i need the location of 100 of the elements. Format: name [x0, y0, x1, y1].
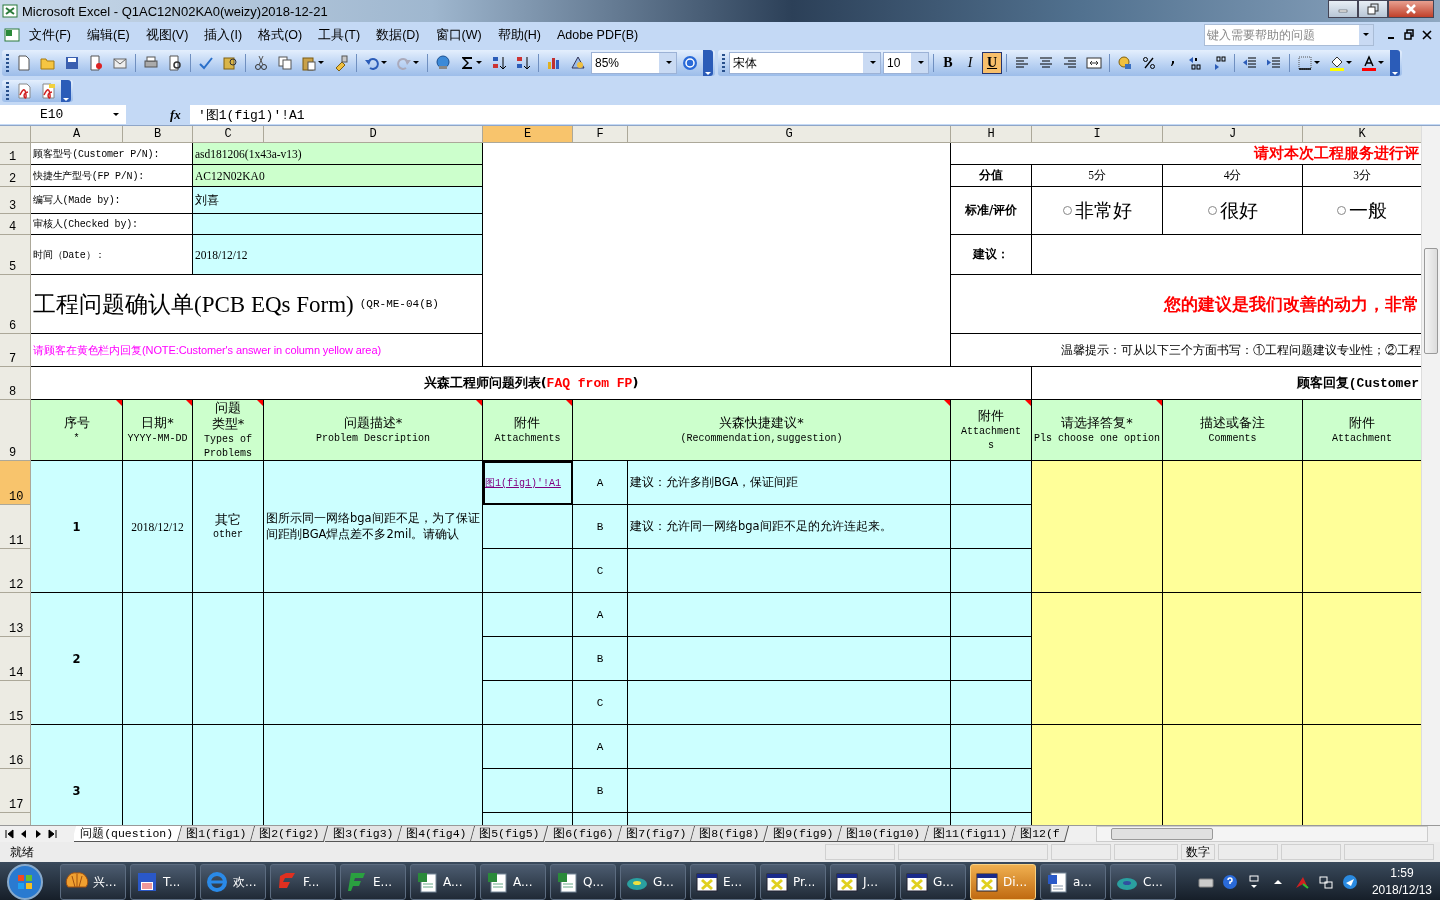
taskbar-button[interactable]: J... [830, 864, 896, 900]
sheet-tab[interactable]: 图3(fig3) [324, 826, 403, 842]
row-header[interactable]: 7 [0, 334, 31, 367]
format-button[interactable]: B [938, 52, 958, 74]
name-box[interactable]: E10 [0, 105, 126, 124]
taskbar-button[interactable]: A... [480, 864, 546, 900]
radio-option[interactable]: 一般 [1337, 197, 1387, 224]
column-header[interactable]: I [1032, 126, 1163, 143]
radio-option[interactable]: 非常好 [1062, 197, 1132, 224]
row-header[interactable]: 11 [0, 505, 31, 549]
radio-option[interactable]: 很好 [1207, 197, 1258, 224]
taskbar-button[interactable]: a... [1040, 864, 1106, 900]
taskbar-button[interactable]: C... [1110, 864, 1176, 900]
percent-icon [1141, 55, 1157, 71]
row-header[interactable]: 2 [0, 165, 31, 187]
column-header[interactable]: K [1303, 126, 1421, 143]
drawing-icon [570, 55, 586, 71]
menu-item[interactable]: Adobe PDF(B) [550, 26, 646, 44]
column-header[interactable]: D [264, 126, 483, 143]
taskbar-button[interactable]: E... [690, 864, 756, 900]
menu-item[interactable]: 数据(D) [369, 24, 427, 46]
row-header[interactable]: 15 [0, 681, 31, 725]
restore-button[interactable] [1358, 0, 1388, 18]
row-header[interactable]: 6 [0, 275, 31, 334]
taskbar-button[interactable]: 欢... [200, 864, 266, 900]
row-header[interactable]: 10 [0, 461, 31, 505]
row-header[interactable]: 9 [0, 400, 31, 461]
sheet-tab[interactable]: 图11(fig11) [924, 826, 1017, 842]
column-header[interactable]: A [31, 126, 123, 143]
menu-item[interactable]: 帮助(H) [490, 24, 548, 46]
taskbar-button[interactable]: E... [340, 864, 406, 900]
row-header[interactable]: 17 [0, 769, 31, 813]
sheet-tab[interactable]: 图7(fig7) [617, 826, 696, 842]
help-search-field[interactable]: 键入需要帮助的问题 [1204, 24, 1374, 46]
row-header[interactable]: 14 [0, 637, 31, 681]
column-header[interactable]: C [193, 126, 264, 143]
last-sheet-icon[interactable] [46, 828, 58, 840]
sheet-tab[interactable]: 图6(fig6) [544, 826, 623, 842]
toolbar-options-button[interactable] [61, 80, 71, 102]
column-header[interactable]: B [123, 126, 193, 143]
first-sheet-icon[interactable] [4, 828, 16, 840]
row-header[interactable]: 13 [0, 593, 31, 637]
sheet-tab[interactable]: 问题(question) [74, 826, 183, 842]
toolbar-options-button[interactable] [1390, 50, 1400, 76]
row-header[interactable]: 1 [0, 143, 31, 165]
menu-item[interactable]: 格式(O) [251, 24, 310, 46]
sheet-tab[interactable]: 图1(fig1) [177, 826, 256, 842]
menu-item[interactable]: 编辑(E) [79, 24, 137, 46]
sheet-tab[interactable]: 图10(fig10) [837, 826, 930, 842]
insert-function-button[interactable]: fx [170, 106, 190, 123]
taskbar-button[interactable]: Pr... [760, 864, 826, 900]
format-button[interactable]: U [982, 52, 1002, 74]
column-header[interactable]: H [951, 126, 1032, 143]
vertical-scrollbar[interactable] [1421, 126, 1440, 825]
row-header[interactable]: 4 [0, 214, 31, 235]
formula-field[interactable]: '图1(fig1)'!A1 [190, 105, 1440, 124]
table-cell: C [573, 681, 628, 725]
minimize-button[interactable] [1328, 0, 1358, 18]
menu-item[interactable]: 插入(I) [197, 24, 250, 46]
toolbar-options-button[interactable] [703, 50, 713, 76]
sheet-tab[interactable]: 图9(fig9) [764, 826, 842, 842]
column-header[interactable]: G [628, 126, 951, 143]
row-header[interactable]: 3 [0, 187, 31, 214]
font-field[interactable]: 宋体 [729, 52, 881, 74]
menu-item[interactable]: 工具(T) [311, 24, 368, 46]
row-header[interactable]: 8 [0, 367, 31, 400]
clock[interactable]: 1:59 2018/12/13 [1365, 865, 1432, 899]
font-size-field[interactable]: 10 [883, 52, 929, 74]
row-header[interactable]: 5 [0, 235, 31, 275]
close-button[interactable] [1388, 0, 1434, 18]
taskbar-button[interactable]: G... [900, 864, 966, 900]
close-icon[interactable] [1422, 29, 1432, 41]
format-button[interactable]: I [960, 52, 980, 74]
sheet-tab[interactable]: 图8(fig8) [691, 826, 769, 842]
restore-icon [1367, 3, 1379, 15]
help-icon[interactable] [1221, 874, 1238, 890]
horizontal-scrollbar[interactable] [1096, 826, 1428, 842]
taskbar-button[interactable]: F... [270, 864, 336, 900]
menu-item[interactable]: 文件(F) [22, 24, 78, 46]
taskbar-button[interactable]: A... [410, 864, 476, 900]
sheet-tab[interactable]: 图2(fig2) [251, 826, 329, 842]
column-header[interactable]: E [483, 126, 573, 143]
spreadsheet-icon[interactable] [4, 27, 20, 43]
taskbar-button[interactable]: 兴... [60, 864, 126, 900]
menu-item[interactable]: 窗口(W) [428, 24, 489, 46]
row-header[interactable]: 12 [0, 549, 31, 593]
taskbar-button[interactable]: G... [620, 864, 686, 900]
restore-icon[interactable] [1404, 29, 1414, 41]
taskbar-button[interactable]: T... [130, 864, 196, 900]
network-icon[interactable] [1317, 874, 1334, 890]
sheet-tab[interactable]: 图4(fig4) [397, 826, 476, 842]
sheet-tab[interactable]: 图12(f [1011, 826, 1069, 842]
row-header[interactable]: 16 [0, 725, 31, 769]
menu-item[interactable]: 视图(V) [138, 24, 196, 46]
column-header[interactable]: J [1163, 126, 1303, 143]
zoom-field[interactable]: 85% [591, 52, 677, 74]
taskbar-button[interactable]: Q... [550, 864, 616, 900]
link[interactable]: 图1(fig1)'!A1 [485, 475, 561, 490]
column-header[interactable]: F [573, 126, 628, 143]
sheet-tab[interactable]: 图5(fig5) [471, 826, 549, 842]
